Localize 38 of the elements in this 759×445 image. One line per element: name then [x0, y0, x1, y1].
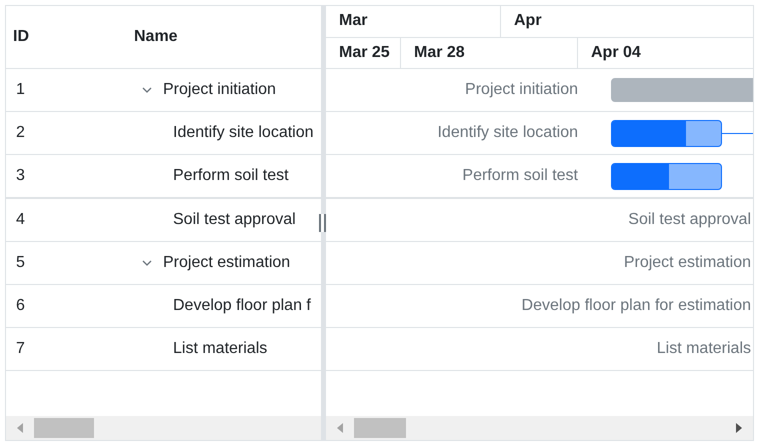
task-label: Develop floor plan for estimation — [522, 297, 751, 315]
task-label: Project initiation — [465, 81, 578, 99]
task-label: Soil test approval — [628, 211, 751, 229]
scrollbar-thumb[interactable] — [354, 418, 406, 438]
column-header[interactable]: ID — [6, 28, 126, 46]
scroll-left-arrow-icon[interactable] — [16, 423, 24, 433]
id-cell-text: 7 — [15, 340, 26, 358]
month-header: Apr — [501, 6, 753, 36]
task-name: Soil test approval — [173, 211, 296, 229]
week-header: Apr 04 — [578, 38, 753, 68]
task-label: List materials — [656, 340, 751, 358]
task-bar[interactable] — [611, 162, 722, 190]
task-name: Identify site location — [173, 124, 314, 142]
week-header: Mar 28 — [401, 38, 578, 68]
task-label: Project estimation — [624, 254, 751, 272]
task-label: Perform soil test — [462, 167, 578, 185]
id-cell-text: 5 — [15, 254, 26, 272]
scrollbar-thumb[interactable] — [34, 418, 94, 438]
id-cell-text: 2 — [15, 124, 26, 142]
id-cell-text: 1 — [15, 81, 26, 99]
scroll-left-arrow-icon[interactable] — [336, 423, 344, 433]
task-name: Perform soil test — [173, 167, 289, 185]
week-header: Mar 25 — [326, 38, 401, 68]
id-cell-text: 6 — [15, 297, 26, 315]
id-cell-text: 4 — [15, 211, 26, 229]
scroll-right-arrow-icon[interactable] — [735, 423, 743, 433]
month-header: Mar — [326, 6, 501, 36]
column-header[interactable]: Name — [126, 28, 321, 46]
task-bar[interactable] — [611, 120, 722, 146]
splitter[interactable] — [321, 6, 326, 440]
horizontal-scrollbar[interactable] — [326, 416, 753, 440]
id-cell-text: 3 — [15, 167, 26, 185]
task-name: Develop floor plan f — [173, 297, 311, 315]
task-name: Project estimation — [163, 254, 290, 272]
task-name: Project initiation — [163, 81, 276, 99]
task-name: List materials — [173, 340, 268, 358]
horizontal-scrollbar[interactable] — [6, 416, 321, 440]
task-label: Identify site location — [437, 124, 578, 142]
